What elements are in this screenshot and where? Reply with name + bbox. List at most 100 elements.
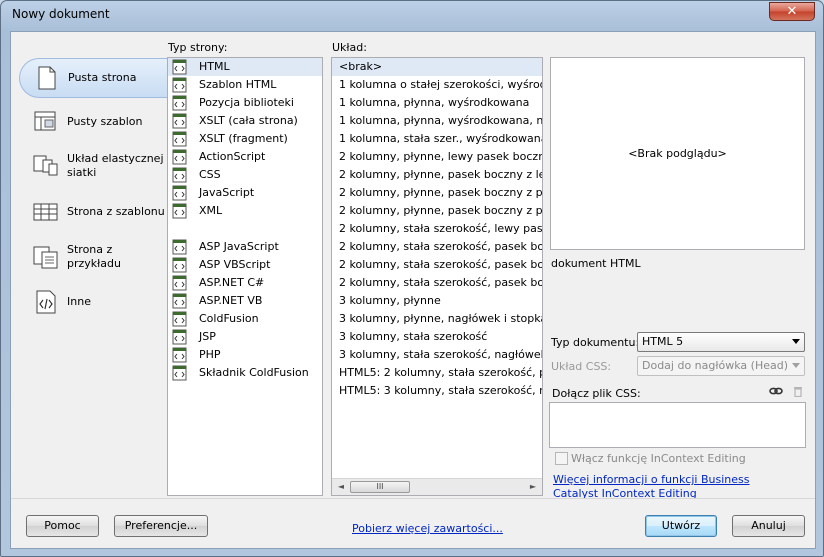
page-type-item-label: ASP.NET VB: [199, 294, 263, 307]
horizontal-scrollbar[interactable]: ◄ III ►: [332, 478, 542, 495]
page-type-list[interactable]: HTML Szablon HTML Pozycja biblioteki XSLT (…: [167, 57, 323, 496]
layout-item[interactable]: 2 kolumny, płynne, lewy pasek boczny: [332, 148, 542, 166]
layout-item[interactable]: 3 kolumny, płynne, nagłówek i stopka: [332, 310, 542, 328]
help-button[interactable]: Pomoc: [26, 515, 99, 537]
code-file-icon: [172, 203, 187, 219]
page-type-item[interactable]: XSLT (cała strona): [168, 112, 322, 130]
doc-type-value: HTML 5: [642, 335, 684, 348]
page-type-item[interactable]: JSP: [168, 328, 322, 346]
layout-item[interactable]: 2 kolumny, płynne, pasek boczny z lewej,: [332, 166, 542, 184]
get-more-content-link[interactable]: Pobierz więcej zawartości...: [352, 522, 503, 535]
layout-item[interactable]: <brak>: [332, 58, 542, 76]
page-type-item-label: Szablon HTML: [199, 78, 277, 91]
code-file-icon: [172, 95, 187, 111]
preferences-button[interactable]: Preferencje...: [114, 515, 208, 537]
code-file-icon: [172, 77, 187, 93]
page-type-item[interactable]: XSLT (fragment): [168, 130, 322, 148]
category-label: Pusta strona: [68, 71, 137, 84]
code-file-icon: [172, 59, 187, 75]
page-type-item[interactable]: Szablon HTML: [168, 76, 322, 94]
layout-item[interactable]: HTML5: 3 kolumny, stała szerokość, nagłó: [332, 382, 542, 400]
layout-item[interactable]: 2 kolumny, stała szerokość, pasek boczny: [332, 274, 542, 292]
code-file-icon: [172, 149, 187, 165]
page-type-item[interactable]: ASP.NET VB: [168, 292, 322, 310]
scroll-thumb[interactable]: III: [350, 481, 410, 493]
attached-css-list[interactable]: [549, 402, 806, 448]
preview-placeholder: <Brak podglądu>: [628, 147, 727, 160]
layout-item[interactable]: HTML5: 2 kolumny, stała szerokość, pasek: [332, 364, 542, 382]
code-file-icon: [172, 131, 187, 147]
layout-list[interactable]: <brak> 1 kolumna o stałej szerokości, wyś…: [331, 57, 543, 496]
page-type-item[interactable]: ASP VBScript: [168, 256, 322, 274]
code-file-icon: [172, 185, 187, 201]
cancel-button[interactable]: Anuluj: [732, 515, 805, 537]
code-file-icon: [172, 239, 187, 255]
fluid-grid-icon: [33, 155, 58, 176]
category-label: Układ elastycznej siatki: [67, 152, 164, 179]
layout-item[interactable]: 2 kolumny, płynne, pasek boczny z prawej: [332, 202, 542, 220]
page-type-item-label: XML: [199, 204, 223, 217]
page-type-item-label: JSP: [199, 330, 216, 343]
category-label: Inne: [67, 295, 91, 308]
chevron-down-icon: [792, 363, 800, 368]
page-type-item[interactable]: XML: [168, 202, 322, 220]
scroll-right-arrow-icon[interactable]: ►: [526, 481, 540, 493]
page-type-item[interactable]: Składnik ColdFusion: [168, 364, 322, 382]
chain-link-icon[interactable]: [769, 385, 783, 397]
page-type-item[interactable]: ASP JavaScript: [168, 238, 322, 256]
layout-item[interactable]: 2 kolumny, stała szerokość, pasek boczny: [332, 238, 542, 256]
layout-item[interactable]: 3 kolumny, stała szerokość, nagłówek i s…: [332, 346, 542, 364]
category-blank-template[interactable]: Pusty szablon: [19, 102, 167, 142]
business-catalyst-info-link[interactable]: Więcej informacji o funkcji Business Cat…: [553, 473, 783, 501]
page-type-item[interactable]: PHP: [168, 346, 322, 364]
page-type-item[interactable]: ActionScript: [168, 148, 322, 166]
css-layout-value: Dodaj do nagłówka (Head): [642, 359, 788, 372]
code-file-icon: [172, 311, 187, 327]
preview-pane: <Brak podglądu>: [550, 57, 805, 250]
page-type-item[interactable]: JavaScript: [168, 184, 322, 202]
code-file-icon: [172, 113, 187, 129]
incontext-checkbox[interactable]: [555, 452, 568, 465]
category-panel: Pusta strona Pusty szablon Układ elastyc…: [11, 32, 167, 498]
page-type-item[interactable]: HTML: [168, 58, 322, 76]
layout-item[interactable]: 1 kolumna, stała szer., wyśrodkowana, na: [332, 130, 542, 148]
close-button[interactable]: ✕: [769, 2, 815, 21]
css-layout-select[interactable]: Dodaj do nagłówka (Head): [637, 356, 805, 376]
category-blank-page[interactable]: Pusta strona: [19, 58, 167, 98]
title-bar[interactable]: Nowy dokument ✕: [1, 1, 823, 31]
trash-icon[interactable]: [791, 385, 805, 397]
doc-type-select[interactable]: HTML 5: [637, 332, 805, 352]
bottom-separator: [11, 498, 815, 499]
layout-item[interactable]: 2 kolumny, stała szerokość, pasek boczny: [332, 256, 542, 274]
dialog-window: Nowy dokument ✕ Pusta strona Pusty szabl…: [0, 0, 824, 557]
page-from-template-icon: [33, 203, 58, 221]
layout-item[interactable]: 3 kolumny, płynne: [332, 292, 542, 310]
page-from-sample-icon: [33, 246, 58, 269]
page-type-item-label: CSS: [199, 168, 221, 181]
code-file-icon: [172, 167, 187, 183]
category-other[interactable]: Inne: [19, 282, 167, 322]
blank-page-icon: [38, 66, 56, 90]
layout-item[interactable]: 2 kolumny, płynne, pasek boczny z prawej: [332, 184, 542, 202]
page-type-item-label: ASP VBScript: [199, 258, 271, 271]
page-type-item[interactable]: ASP.NET C#: [168, 274, 322, 292]
create-button[interactable]: Utwórz: [645, 515, 717, 537]
category-fluid-grid[interactable]: Układ elastycznej siatki: [19, 146, 167, 186]
layout-item[interactable]: 1 kolumna o stałej szerokości, wyśrodkow…: [332, 76, 542, 94]
category-label: Strona z szablonu: [67, 205, 165, 218]
page-type-item[interactable]: ColdFusion: [168, 310, 322, 328]
css-layout-label: Układ CSS:: [551, 360, 612, 373]
scroll-left-arrow-icon[interactable]: ◄: [334, 481, 348, 493]
page-type-item[interactable]: CSS: [168, 166, 322, 184]
category-page-from-sample[interactable]: Strona z przykładu: [19, 237, 167, 277]
attach-css-label: Dołącz plik CSS:: [552, 387, 641, 400]
category-label: Pusty szablon: [67, 115, 143, 128]
layout-item[interactable]: 1 kolumna, płynna, wyśrodkowana, nagłów: [332, 112, 542, 130]
layout-item[interactable]: 2 kolumny, stała szerokość, lewy pasek b…: [332, 220, 542, 238]
category-page-from-template[interactable]: Strona z szablonu: [19, 192, 167, 232]
page-type-item-label: HTML: [199, 60, 230, 73]
layout-item[interactable]: 3 kolumny, stała szerokość: [332, 328, 542, 346]
page-type-item[interactable]: Pozycja biblioteki: [168, 94, 322, 112]
layout-item[interactable]: 1 kolumna, płynna, wyśrodkowana: [332, 94, 542, 112]
incontext-label: Włącz funkcję InContext Editing: [571, 452, 746, 465]
